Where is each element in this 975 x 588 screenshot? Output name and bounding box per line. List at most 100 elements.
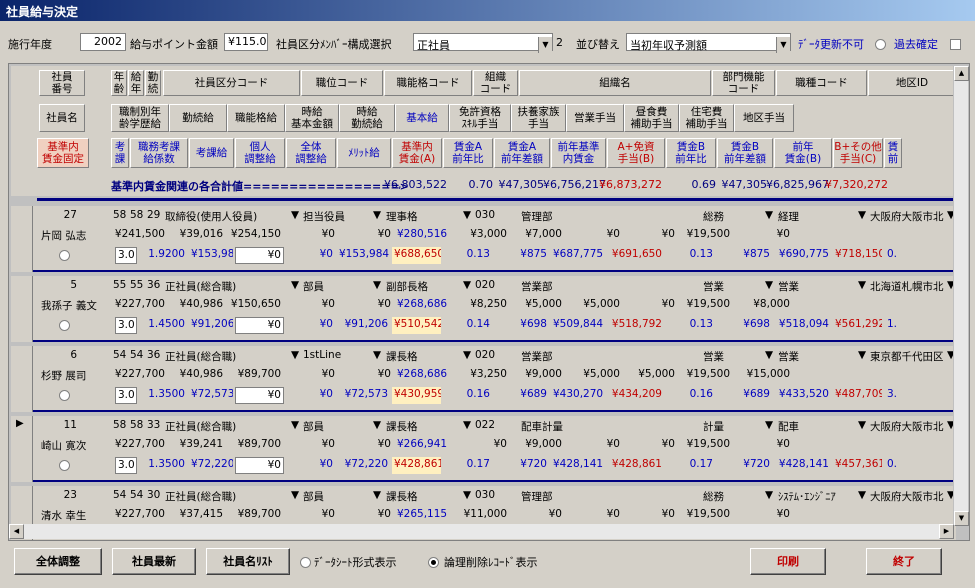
fixed-radio[interactable] <box>57 388 71 402</box>
grade-select[interactable]: 課長格 <box>384 488 460 505</box>
kubun-select[interactable]: 正社員(総合職) <box>163 278 287 295</box>
record-selector[interactable] <box>11 206 33 272</box>
area-select[interactable]: 大阪府大阪市北区 <box>868 488 944 505</box>
chevron-down-icon[interactable]: ▼ <box>763 278 775 295</box>
member-value: 正社員 <box>417 39 450 52</box>
list-button[interactable]: 社員名ﾘｽﾄ <box>206 548 290 575</box>
chevron-down-icon[interactable]: ▼ <box>856 208 868 225</box>
chevron-down-icon[interactable]: ▼ <box>371 418 383 435</box>
chevron-down-icon[interactable]: ▼ <box>763 488 775 505</box>
kubun-select[interactable]: 正社員(総合職) <box>163 418 287 435</box>
area-select[interactable]: 東京都千代田区 <box>868 348 944 365</box>
adjust-input[interactable]: ¥0 <box>235 317 284 334</box>
scroll-up-icon[interactable]: ▲ <box>954 66 969 81</box>
logical-radio[interactable] <box>428 555 439 568</box>
position-select[interactable]: 1stLine <box>301 348 371 365</box>
chevron-down-icon[interactable]: ▼ <box>763 418 775 435</box>
chevron-down-icon[interactable]: ▼ <box>371 348 383 365</box>
point-field[interactable]: ¥115.0 <box>224 33 268 51</box>
exit-button[interactable]: 終了 <box>866 548 942 575</box>
area-select[interactable]: 大阪府大阪市北区 <box>868 208 944 225</box>
scroll-right-icon[interactable]: ▶ <box>939 524 954 539</box>
grade-select[interactable]: 理事格 <box>384 208 460 225</box>
wage-value: ¥690,775 <box>778 248 829 260</box>
allowance-value: ¥0 <box>661 298 675 310</box>
datasheet-radio[interactable] <box>300 555 311 568</box>
wage-value: ¥561,292 <box>835 318 882 330</box>
chevron-down-icon[interactable]: ▼ <box>776 37 790 53</box>
chevron-down-icon[interactable]: ▼ <box>763 208 775 225</box>
horizontal-scrollbar[interactable]: ◀ ▶ <box>9 524 954 539</box>
chevron-down-icon[interactable]: ▼ <box>289 418 301 435</box>
fixed-radio[interactable] <box>57 318 71 332</box>
filter-bar: 施行年度 2002 給与ポイント金額 ¥115.0 社員区分ﾒﾝﾊﾞｰ構成選択 … <box>8 33 968 55</box>
sort-select[interactable]: 当初年収予測額 ▼ <box>626 33 791 53</box>
job-select[interactable]: ｼｽﾃﾑ･ｴﾝｼﾞﾆｱ <box>776 488 854 505</box>
chevron-down-icon[interactable]: ▼ <box>371 208 383 225</box>
adjust-input[interactable]: ¥0 <box>235 457 284 474</box>
job-select[interactable]: 営業 <box>776 348 854 365</box>
allowance-value: ¥19,500 <box>686 368 730 380</box>
allowance-value: ¥227,700 <box>114 508 165 520</box>
chevron-down-icon[interactable]: ▼ <box>461 348 473 365</box>
position-select[interactable]: 部員 <box>301 278 371 295</box>
chevron-down-icon[interactable]: ▼ <box>856 418 868 435</box>
chevron-down-icon[interactable]: ▼ <box>538 37 552 53</box>
adjust-input[interactable]: ¥0 <box>235 247 284 264</box>
job-select[interactable]: 営業 <box>776 278 854 295</box>
header-cell: 部門機能 コード <box>712 70 775 96</box>
fixed-radio[interactable] <box>57 458 71 472</box>
fixed-radio[interactable] <box>57 248 71 262</box>
position-select[interactable]: 担当役員 <box>301 208 371 225</box>
position-select[interactable]: 部員 <box>301 418 371 435</box>
chevron-down-icon[interactable]: ▼ <box>763 348 775 365</box>
chevron-down-icon[interactable]: ▼ <box>856 278 868 295</box>
allowance-value: ¥227,700 <box>114 298 165 310</box>
kubun-select[interactable]: 正社員(総合職) <box>163 488 287 505</box>
chevron-down-icon[interactable]: ▼ <box>289 488 301 505</box>
vertical-scrollbar[interactable]: ▲ ▼ <box>953 66 969 526</box>
grade-select[interactable]: 副部長格 <box>384 278 460 295</box>
org-code: 020 <box>475 349 496 361</box>
adjust-input[interactable]: ¥0 <box>235 387 284 404</box>
grade-select[interactable]: 課長格 <box>384 348 460 365</box>
dept-select[interactable]: 総務 <box>701 208 761 225</box>
position-select[interactable]: 部員 <box>301 488 371 505</box>
all-adjust-button[interactable]: 全体調整 <box>14 548 102 575</box>
dept-select[interactable]: 営業 <box>701 348 761 365</box>
area-select[interactable]: 大阪府大阪市北区 <box>868 418 944 435</box>
chevron-down-icon[interactable]: ▼ <box>289 208 301 225</box>
dept-select[interactable]: 営業 <box>701 278 761 295</box>
kubun-select[interactable]: 取締役(使用人役員) <box>163 208 287 225</box>
year-field[interactable]: 2002 <box>80 33 126 51</box>
chevron-down-icon[interactable]: ▼ <box>289 278 301 295</box>
scroll-left-icon[interactable]: ◀ <box>9 524 24 539</box>
dept-select[interactable]: 計量 <box>701 418 761 435</box>
grade-select[interactable]: 課長格 <box>384 418 460 435</box>
salary-years: 58 <box>130 209 144 221</box>
sum-value: ¥7,320,272 <box>825 178 888 191</box>
member-select[interactable]: 正社員 ▼ <box>413 33 553 53</box>
record-selector[interactable] <box>11 276 33 342</box>
scroll-down-icon[interactable]: ▼ <box>954 511 969 526</box>
refresh-button[interactable]: 社員最新 <box>112 548 196 575</box>
record-selector[interactable] <box>11 346 33 412</box>
chevron-down-icon[interactable]: ▼ <box>461 208 473 225</box>
kubun-select[interactable]: 正社員(総合職) <box>163 348 287 365</box>
allowance-value: ¥89,700 <box>237 438 281 450</box>
dept-select[interactable]: 総務 <box>701 488 761 505</box>
chevron-down-icon[interactable]: ▼ <box>289 348 301 365</box>
area-select[interactable]: 北海道札幌市北区 <box>868 278 944 295</box>
chevron-down-icon[interactable]: ▼ <box>856 488 868 505</box>
chevron-down-icon[interactable]: ▼ <box>371 278 383 295</box>
allowance-value: ¥265,115 <box>397 508 447 520</box>
chevron-down-icon[interactable]: ▼ <box>856 348 868 365</box>
print-button[interactable]: 印刷 <box>750 548 826 575</box>
chevron-down-icon[interactable]: ▼ <box>461 418 473 435</box>
record-selector[interactable]: ▶ <box>11 416 33 482</box>
chevron-down-icon[interactable]: ▼ <box>461 278 473 295</box>
chevron-down-icon[interactable]: ▼ <box>371 488 383 505</box>
job-select[interactable]: 経理 <box>776 208 854 225</box>
job-select[interactable]: 配車 <box>776 418 854 435</box>
chevron-down-icon[interactable]: ▼ <box>461 488 473 505</box>
